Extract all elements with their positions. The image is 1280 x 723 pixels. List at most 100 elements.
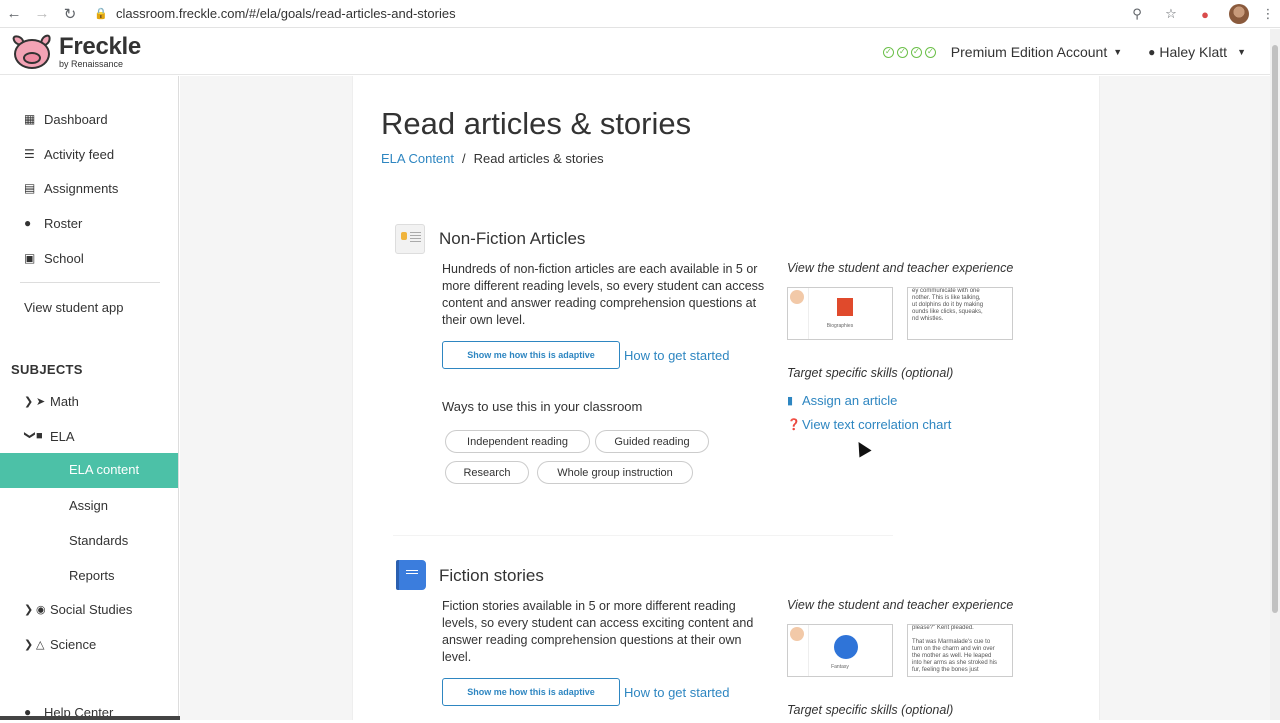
- extension-icon[interactable]: ●: [1188, 7, 1222, 22]
- breadcrumb-current: Read articles & stories: [473, 151, 604, 166]
- get-started-link-nonfiction[interactable]: How to get started: [624, 348, 730, 363]
- file-icon: ▮: [787, 395, 794, 407]
- student-preview-thumbnail[interactable]: Biographies: [787, 287, 893, 340]
- sidebar-item-reports[interactable]: Reports: [69, 564, 115, 586]
- subject-social-studies[interactable]: ❯ ◉ Social Studies: [24, 598, 132, 620]
- assign-article-link[interactable]: ▮ Assign an article: [787, 393, 897, 408]
- thumbnail-caption-fiction: Fantasy: [831, 664, 849, 670]
- account-label: Premium Edition Account: [950, 44, 1108, 60]
- view-student-app-link[interactable]: View student app: [24, 296, 124, 318]
- question-circle-icon: ❓: [787, 419, 801, 431]
- breadcrumb-separator: /: [462, 151, 466, 166]
- account-dropdown[interactable]: Premium Edition Account ▼: [951, 44, 1122, 60]
- flask-icon: △: [36, 638, 45, 651]
- book-icon: ■: [36, 430, 43, 442]
- sidebar-item-ela-content[interactable]: ELA content: [0, 453, 178, 488]
- sidebar-item-activity-feed[interactable]: ☰ Activity feed: [24, 143, 114, 165]
- check-icon: ✓: [882, 46, 894, 58]
- back-icon[interactable]: ←: [0, 0, 28, 28]
- map-icon: ▦: [24, 112, 36, 126]
- get-started-link-fiction[interactable]: How to get started: [624, 685, 730, 700]
- pill-whole-group[interactable]: Whole group instruction: [537, 461, 693, 484]
- subject-science[interactable]: ❯ △ Science: [24, 633, 96, 655]
- subjects-heading: SUBJECTS: [11, 362, 83, 377]
- chevron-right-icon: ❯: [24, 395, 34, 408]
- page-title: Read articles & stories: [381, 106, 692, 141]
- thumbnail-text: ey communicate with one nother. This is …: [912, 288, 984, 322]
- star-icon[interactable]: ☆: [1154, 6, 1188, 22]
- download-bar-edge: [0, 716, 206, 720]
- view-experience-fiction: View the student and teacher experience: [787, 598, 1014, 612]
- reload-icon[interactable]: ↻: [56, 0, 84, 28]
- section-title-nonfiction: Non-Fiction Articles: [439, 229, 586, 248]
- ways-title: Ways to use this in your classroom: [442, 399, 643, 414]
- sidebar: ▦ Dashboard ☰ Activity feed ▤ Assignment…: [0, 76, 206, 720]
- lock-icon: 🔒: [94, 8, 108, 20]
- fiction-book-icon: [396, 560, 426, 590]
- caret-down-icon: ▼: [1237, 47, 1246, 57]
- teacher-preview-thumbnail-fiction[interactable]: please?" Kent pleaded. That was Marmalad…: [907, 624, 1013, 677]
- browser-toolbar: ← → ↻ 🔒 classroom.freckle.com/#/ela/goal…: [0, 0, 1280, 28]
- sidebar-item-school[interactable]: ▣ School: [24, 247, 84, 269]
- student-preview-thumbnail-fiction[interactable]: Fantasy: [787, 624, 893, 677]
- users-icon: ●: [24, 216, 32, 230]
- show-adaptive-button-fiction[interactable]: Show me how this is adaptive: [442, 678, 620, 706]
- subject-ela[interactable]: ❯ ■ ELA: [24, 425, 75, 447]
- fantasy-cover-icon: [834, 635, 858, 659]
- url-text[interactable]: classroom.freckle.com/#/ela/goals/read-a…: [116, 6, 456, 21]
- check-icon: ✓: [910, 46, 922, 58]
- content-card: Read articles & stories ELA Content / Re…: [352, 76, 1100, 720]
- briefcase-icon: ▤: [24, 181, 36, 195]
- text-correlation-link[interactable]: ❓ View text correlation chart: [787, 417, 951, 432]
- user-name: Haley Klatt: [1159, 44, 1228, 60]
- list-icon: ☰: [24, 147, 35, 161]
- chevron-down-icon: ❯: [23, 430, 36, 440]
- page-scrollbar[interactable]: [1270, 29, 1280, 720]
- article-icon: [395, 224, 425, 254]
- chevron-right-icon: ❯: [24, 638, 34, 651]
- pig-logo-icon: [12, 34, 52, 69]
- pill-guided-reading[interactable]: Guided reading: [595, 430, 709, 453]
- check-icon: ✓: [896, 46, 908, 58]
- section-description-nonfiction: Hundreds of non-fiction articles are eac…: [442, 262, 765, 327]
- user-dropdown[interactable]: ● Haley Klatt ▼: [1148, 44, 1246, 60]
- subject-math[interactable]: ❯ ➤ Math: [24, 390, 79, 412]
- chevron-right-icon: ❯: [24, 603, 34, 616]
- pill-research[interactable]: Research: [445, 461, 529, 484]
- sidebar-item-assign[interactable]: Assign: [69, 494, 108, 516]
- forward-icon[interactable]: →: [28, 0, 56, 28]
- user-icon: ●: [1148, 45, 1156, 59]
- sidebar-item-roster[interactable]: ● Roster: [24, 212, 82, 234]
- globe-icon: ◉: [36, 603, 46, 616]
- profile-avatar[interactable]: [1229, 4, 1249, 24]
- app-header: Freckle by Renaissance ✓ ✓ ✓ ✓ Premium E…: [0, 29, 1270, 75]
- section-description-fiction: Fiction stories available in 5 or more d…: [442, 599, 754, 664]
- sidebar-item-dashboard[interactable]: ▦ Dashboard: [24, 108, 108, 130]
- scrollbar-thumb[interactable]: [1272, 45, 1278, 613]
- check-icon: ✓: [924, 46, 936, 58]
- status-checks: ✓ ✓ ✓ ✓: [882, 46, 939, 58]
- sidebar-item-standards[interactable]: Standards: [69, 529, 128, 551]
- breadcrumb: ELA Content / Read articles & stories: [381, 151, 604, 166]
- section-divider: [393, 535, 893, 536]
- target-skills-title-fiction: Target specific skills (optional): [787, 703, 954, 717]
- sidebar-divider: [20, 282, 160, 283]
- target-skills-title-nonfiction: Target specific skills (optional): [787, 366, 954, 380]
- view-experience-nonfiction: View the student and teacher experience: [787, 261, 1014, 275]
- caret-down-icon: ▼: [1113, 47, 1123, 57]
- logo-name: Freckle: [59, 33, 141, 60]
- show-adaptive-button-nonfiction[interactable]: Show me how this is adaptive: [442, 341, 620, 369]
- logo-subtitle: by Renaissance: [59, 59, 124, 69]
- sidebar-item-assignments[interactable]: ▤ Assignments: [24, 177, 118, 199]
- freckle-logo[interactable]: Freckle by Renaissance: [12, 33, 141, 69]
- breadcrumb-ela-content[interactable]: ELA Content: [381, 151, 454, 166]
- teacher-preview-thumbnail[interactable]: ey communicate with one nother. This is …: [907, 287, 1013, 340]
- thumbnail-caption: Biographies: [826, 323, 854, 329]
- book-cover-icon: [837, 298, 853, 316]
- menu-dots-icon[interactable]: ⋮: [1256, 6, 1280, 22]
- address-bar[interactable]: 🔒 classroom.freckle.com/#/ela/goals/read…: [94, 6, 456, 21]
- rocket-icon: ➤: [36, 395, 46, 408]
- key-icon[interactable]: ⚲: [1120, 6, 1154, 22]
- pill-independent-reading[interactable]: Independent reading: [445, 430, 590, 453]
- bank-icon: ▣: [24, 251, 36, 265]
